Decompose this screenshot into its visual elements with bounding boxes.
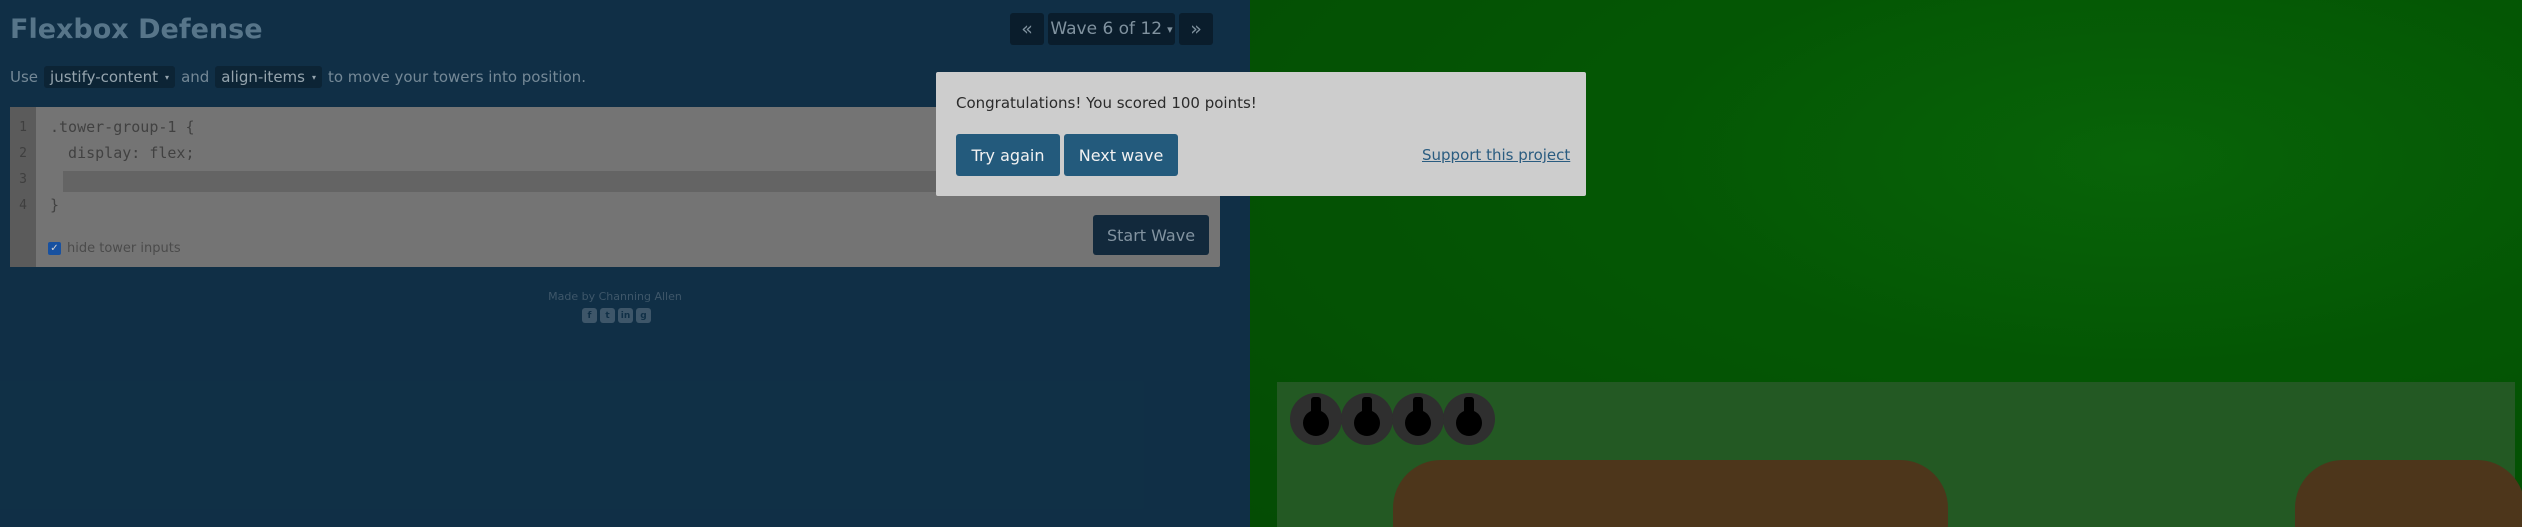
caret-down-icon: ▾ bbox=[1167, 22, 1173, 36]
facebook-icon[interactable]: f bbox=[582, 308, 597, 323]
wave-select-dropdown[interactable]: Wave 6 of 12 ▾ bbox=[1048, 13, 1175, 45]
start-wave-button[interactable]: Start Wave bbox=[1093, 215, 1209, 255]
tower bbox=[1290, 393, 1342, 445]
page-title: Flexbox Defense bbox=[10, 14, 263, 45]
double-chevron-left-icon: « bbox=[1021, 18, 1033, 40]
tower-core bbox=[1354, 410, 1380, 436]
line-number: 2 bbox=[19, 146, 27, 161]
hide-tower-inputs-toggle[interactable]: ✓ hide tower inputs bbox=[48, 241, 181, 256]
tower-core bbox=[1456, 410, 1482, 436]
twitter-icon[interactable]: t bbox=[600, 308, 615, 323]
modal-message: Congratulations! You scored 100 points! bbox=[956, 94, 1257, 112]
caret-down-icon: ▾ bbox=[311, 72, 316, 82]
tower bbox=[1341, 393, 1393, 445]
enemy-path bbox=[1393, 460, 1948, 527]
tower-core bbox=[1405, 410, 1431, 436]
prop-label-align-items: align-items bbox=[221, 68, 305, 86]
github-icon[interactable]: g bbox=[636, 308, 651, 323]
try-again-button[interactable]: Try again bbox=[956, 134, 1060, 176]
next-wave-button[interactable]: Next wave bbox=[1064, 134, 1178, 176]
line-number-gutter: 1 2 3 4 bbox=[10, 107, 36, 267]
wave-navigation: « Wave 6 of 12 ▾ » bbox=[1010, 13, 1213, 45]
linkedin-icon[interactable]: in bbox=[618, 308, 633, 323]
previous-wave-button[interactable]: « bbox=[1010, 13, 1044, 45]
social-links: f t in g bbox=[582, 308, 651, 323]
instructions-and: and bbox=[181, 68, 210, 86]
double-chevron-right-icon: » bbox=[1190, 18, 1202, 40]
enemy-path bbox=[2295, 460, 2522, 527]
support-project-link[interactable]: Support this project bbox=[1422, 146, 1570, 164]
align-items-tooltip-trigger[interactable]: align-items ▾ bbox=[215, 66, 322, 88]
checkbox-checked-icon[interactable]: ✓ bbox=[48, 242, 61, 255]
credit-text: Made by Channing Allen bbox=[548, 290, 682, 303]
tower-core bbox=[1303, 410, 1329, 436]
line-number: 1 bbox=[19, 120, 27, 135]
wave-complete-modal: Congratulations! You scored 100 points! … bbox=[936, 72, 1586, 196]
tower bbox=[1443, 393, 1495, 445]
hide-tower-inputs-label: hide tower inputs bbox=[67, 241, 181, 256]
line-number: 4 bbox=[19, 198, 27, 213]
code-line-selector: .tower-group-1 { bbox=[50, 118, 195, 136]
tower bbox=[1392, 393, 1444, 445]
instructions-use: Use bbox=[10, 68, 39, 86]
instructions-suffix: to move your towers into position. bbox=[327, 68, 586, 86]
line-number: 3 bbox=[19, 172, 27, 187]
prop-label-justify-content: justify-content bbox=[50, 68, 159, 86]
wave-select-label: Wave 6 of 12 bbox=[1050, 19, 1163, 39]
css-code-input[interactable] bbox=[63, 171, 993, 192]
justify-content-tooltip-trigger[interactable]: justify-content ▾ bbox=[44, 66, 176, 88]
instructions: Use justify-content ▾ and align-items ▾ … bbox=[10, 66, 586, 88]
next-wave-nav-button[interactable]: » bbox=[1179, 13, 1213, 45]
caret-down-icon: ▾ bbox=[165, 72, 170, 82]
code-line-display: display: flex; bbox=[50, 144, 195, 162]
code-line-closing-brace: } bbox=[50, 196, 60, 214]
